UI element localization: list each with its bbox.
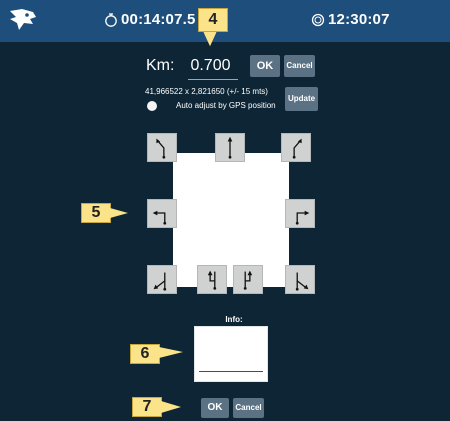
direction-tile-fork-left[interactable] <box>147 265 177 294</box>
km-cancel-button[interactable]: Cancel <box>284 55 315 77</box>
callout-badge-7: 7 <box>132 397 162 417</box>
app-logo-icon <box>10 9 36 30</box>
callout-badge-4: 4 <box>198 8 228 32</box>
km-label: Km: <box>146 57 175 74</box>
turn-slight-right-icon <box>292 138 302 159</box>
callout-badge-6: 6 <box>130 344 160 364</box>
info-input-underline <box>199 371 263 372</box>
clock: 12:30:07 <box>311 11 390 28</box>
km-input-underline <box>188 79 238 80</box>
info-text-area[interactable] <box>194 326 268 382</box>
info-ok-button[interactable]: OK <box>201 398 229 418</box>
direction-tile-slight-left[interactable] <box>147 133 177 162</box>
direction-tile-keep-left[interactable] <box>197 265 227 294</box>
info-cancel-button[interactable]: Cancel <box>233 398 264 418</box>
stopwatch-icon <box>105 12 117 27</box>
fork-sharp-left-icon <box>153 272 167 291</box>
elapsed-timer: 00:14:07.5 <box>104 11 196 28</box>
callout-7-pointer-icon <box>161 401 181 413</box>
gps-coordinates: 41,966522 x 2,821650 (+/- 15 mts) <box>145 87 268 96</box>
keep-left-icon <box>207 270 217 290</box>
km-ok-button[interactable]: OK <box>250 55 280 77</box>
keep-right-icon <box>243 270 253 290</box>
callout-6-pointer-icon <box>159 347 183 358</box>
info-label: Info: <box>225 315 243 324</box>
direction-tile-slight-right[interactable] <box>281 133 311 162</box>
direction-tile-right[interactable] <box>285 199 315 228</box>
callout-4-pointer-icon <box>203 31 217 47</box>
clock-time-text: 12:30:07 <box>328 11 390 28</box>
callout-5-pointer-icon <box>110 208 128 218</box>
elapsed-time-text: 00:14:07.5 <box>121 11 196 28</box>
turn-right-icon <box>295 210 310 225</box>
straight-icon <box>227 136 233 159</box>
direction-tile-keep-right[interactable] <box>233 265 263 294</box>
direction-canvas <box>173 153 289 287</box>
km-value-input[interactable]: 0.700 <box>190 57 230 75</box>
callout-badge-5: 5 <box>81 203 111 223</box>
fork-sharp-right-icon <box>295 272 309 291</box>
direction-tile-left[interactable] <box>147 199 177 228</box>
clock-icon <box>311 13 325 26</box>
turn-left-icon <box>152 210 167 225</box>
auto-adjust-radio[interactable] <box>147 101 157 111</box>
auto-adjust-label: Auto adjust by GPS position <box>176 101 276 110</box>
update-gps-button[interactable]: Update <box>285 87 318 111</box>
odometer-row: Km: 0.700 <box>146 56 231 76</box>
turn-slight-left-icon <box>156 138 166 159</box>
direction-tile-fork-right[interactable] <box>285 265 315 294</box>
direction-tile-straight[interactable] <box>215 133 245 162</box>
